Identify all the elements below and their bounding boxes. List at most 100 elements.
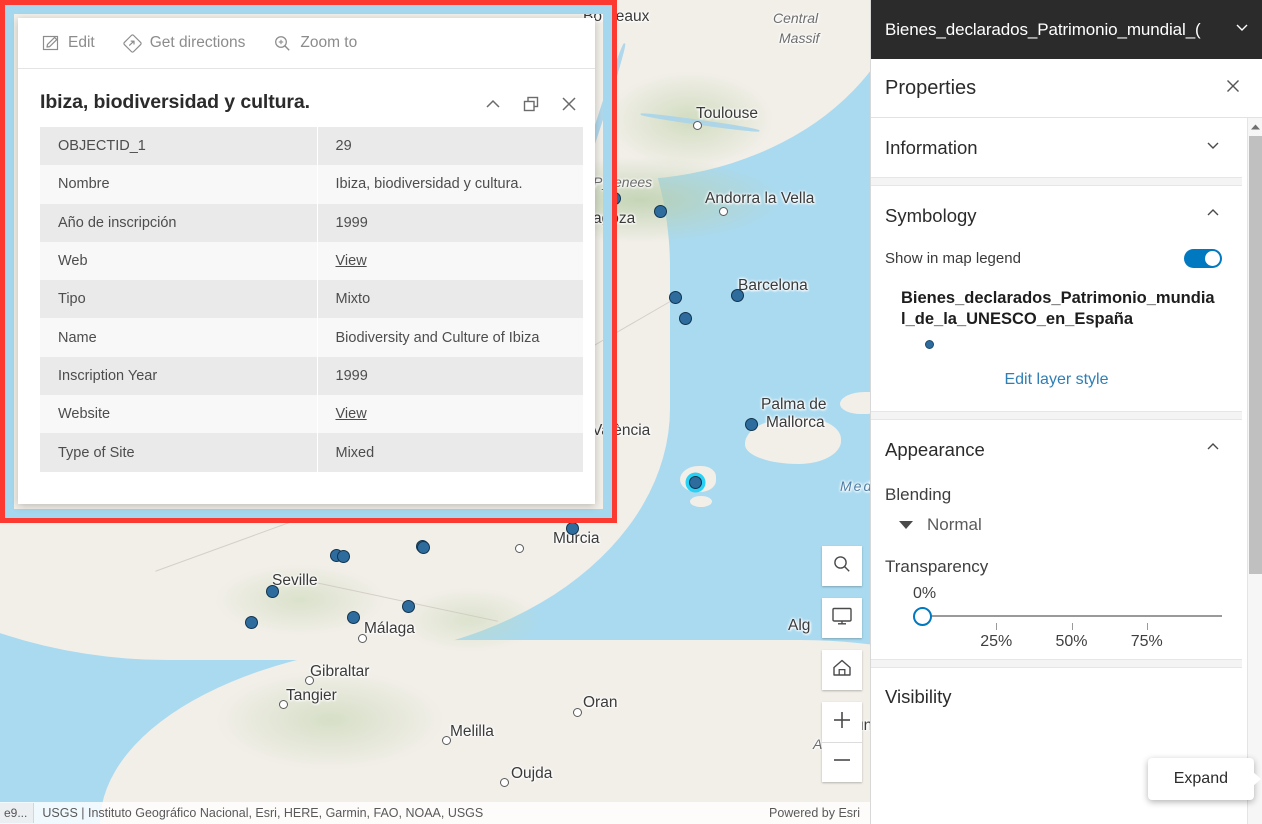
section-appearance[interactable]: Appearance	[871, 420, 1242, 479]
display-button[interactable]	[822, 598, 862, 638]
layer-properties-panel: Bienes_declarados_Patrimonio_mundial_( P…	[870, 0, 1262, 824]
panel-header-title: Bienes_declarados_Patrimonio_mundial_(	[885, 19, 1201, 39]
feature-marker[interactable]	[265, 584, 279, 598]
feature-marker[interactable]	[653, 204, 667, 218]
attribute-value[interactable]: View	[317, 395, 583, 433]
attribute-key: Inscription Year	[40, 356, 318, 396]
attribute-key: Name	[40, 318, 318, 357]
map-attribution-bar: e9... USGS | Instituto Geográfico Nacion…	[0, 802, 870, 824]
feature-marker[interactable]	[401, 599, 415, 613]
transparency-value: 0%	[913, 585, 937, 602]
transparency-slider[interactable]: 25% 50% 75%	[913, 605, 1222, 659]
panel-scrollbar[interactable]	[1247, 118, 1262, 824]
table-row: Nombre Ibiza, biodiversidad y cultura.	[40, 165, 583, 204]
view-link[interactable]: View	[336, 406, 367, 422]
get-directions-button[interactable]: Get directions	[123, 33, 246, 53]
edit-layer-style-link[interactable]: Edit layer style	[871, 355, 1242, 411]
powered-by-esri: Powered by Esri	[768, 806, 860, 820]
scrollbar-thumb[interactable]	[1249, 136, 1262, 574]
attribute-key: Nombre	[40, 165, 318, 204]
feature-marker[interactable]	[416, 540, 430, 554]
feature-marker[interactable]	[346, 610, 360, 624]
table-row: Website View	[40, 395, 583, 434]
blending-value: Normal	[927, 515, 982, 534]
zoom-to-label: Zoom to	[300, 34, 358, 51]
chevron-up-icon[interactable]	[1204, 438, 1222, 461]
popup-title: Ibiza, biodiversidad y cultura.	[40, 91, 310, 113]
edit-button[interactable]: Edit	[42, 34, 95, 52]
chevron-down-icon[interactable]	[1204, 136, 1222, 159]
attribute-table: OBJECTID_1 29 Nombre Ibiza, biodiversidad y…	[40, 127, 583, 472]
view-link[interactable]: View	[336, 253, 367, 269]
transparency-label: Transparency	[885, 557, 989, 576]
section-visibility-title: Visibility	[885, 686, 952, 707]
city-marker	[357, 633, 367, 643]
table-row: Tipo Mixto	[40, 280, 583, 319]
collapse-chevron-icon[interactable]	[483, 94, 503, 119]
feature-marker-selected[interactable]	[688, 475, 702, 489]
table-row: Inscription Year 1999	[40, 356, 583, 396]
expand-tooltip: Expand	[1147, 758, 1261, 800]
popup-title-actions	[483, 91, 579, 119]
get-directions-label: Get directions	[149, 34, 246, 51]
zoom-to-icon	[273, 34, 292, 53]
feature-marker[interactable]	[244, 615, 258, 629]
feature-popup[interactable]: Edit Get directions Zoom to Ibiza, biodi…	[18, 18, 595, 504]
close-icon[interactable]	[559, 94, 579, 119]
dock-window-icon[interactable]	[521, 94, 541, 119]
symbology-legend: Bienes_declarados_Patrimonio_mundial_de_…	[871, 274, 1242, 355]
slider-tick	[1146, 623, 1148, 630]
section-divider	[871, 177, 1242, 186]
zoom-to-button[interactable]: Zoom to	[273, 34, 357, 53]
table-row: Año de inscripción 1999	[40, 203, 583, 242]
feature-marker[interactable]	[678, 311, 692, 325]
blending-label: Blending	[885, 485, 952, 504]
feature-marker[interactable]	[336, 549, 350, 563]
section-symbology[interactable]: Symbology	[871, 186, 1242, 245]
chevron-up-icon[interactable]	[1204, 204, 1222, 227]
zoom-out-icon	[831, 749, 853, 776]
slider-tick	[996, 623, 998, 630]
zoom-out-button[interactable]	[822, 742, 862, 782]
section-visibility[interactable]: Visibility	[871, 668, 1242, 726]
panel-header[interactable]: Bienes_declarados_Patrimonio_mundial_(	[871, 0, 1262, 59]
city-marker	[304, 675, 314, 685]
attribute-key: Web	[40, 241, 318, 281]
search-button[interactable]	[822, 546, 862, 586]
feature-marker[interactable]	[565, 521, 579, 535]
panel-close-icon[interactable]	[1224, 77, 1242, 100]
show-in-map-legend-toggle[interactable]	[1184, 249, 1222, 268]
properties-header: Properties	[871, 59, 1262, 118]
feature-marker[interactable]	[668, 290, 682, 304]
attribute-value: 1999	[335, 214, 368, 231]
landmass-africa	[100, 640, 870, 824]
attribute-value: Mixed	[335, 444, 375, 461]
section-appearance-title: Appearance	[885, 438, 985, 460]
scroll-up-arrow-icon[interactable]	[1248, 120, 1262, 134]
chevron-down-icon[interactable]	[1232, 19, 1250, 40]
edit-icon	[42, 34, 60, 52]
attribute-value[interactable]: View	[317, 242, 583, 280]
map-controls	[822, 546, 862, 794]
slider-ticks: 25% 50% 75%	[921, 623, 1222, 653]
city-marker	[499, 777, 509, 787]
show-in-map-legend-label: Show in map legend	[885, 250, 1021, 267]
section-information[interactable]: Information	[871, 118, 1242, 177]
show-in-map-legend-row: Show in map legend	[871, 245, 1242, 274]
map-label: Palma de	[761, 396, 827, 413]
feature-marker[interactable]	[744, 417, 758, 431]
zoom-in-button[interactable]	[822, 702, 862, 742]
slider-track	[921, 615, 1222, 617]
attribute-value: Ibiza, biodiversidad y cultura.	[335, 176, 523, 193]
city-marker	[514, 543, 524, 553]
feature-marker[interactable]	[730, 288, 744, 302]
home-button[interactable]	[822, 650, 862, 690]
panel-scroll-area[interactable]: Information Symbology Show in map legend	[871, 118, 1262, 824]
attribute-value: Mixto	[335, 291, 371, 308]
feature-marker[interactable]	[607, 191, 621, 205]
table-row: OBJECTID_1 29	[40, 127, 583, 166]
landmass-menorca	[840, 392, 870, 414]
blending-select[interactable]: Normal	[871, 515, 1242, 535]
edit-label: Edit	[68, 34, 95, 51]
section-divider	[871, 659, 1242, 668]
